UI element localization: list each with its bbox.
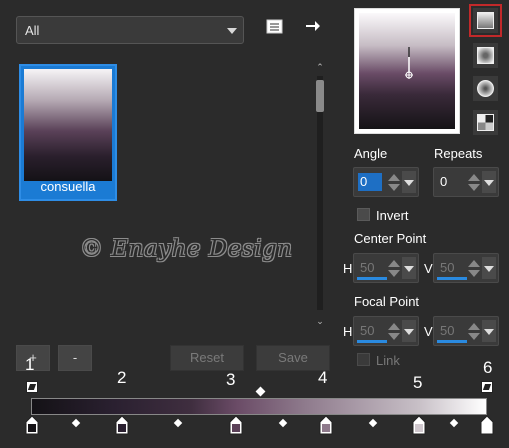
- linear-gradient-icon: [477, 12, 494, 29]
- center-point-label: Center Point: [354, 231, 427, 246]
- radial-gradient-icon: [477, 114, 494, 131]
- linear-style-button[interactable]: [469, 4, 502, 37]
- focal-v-label: V: [424, 324, 433, 339]
- focal-h-spinner[interactable]: 50: [353, 316, 419, 346]
- center-h-value[interactable]: 50: [358, 259, 382, 277]
- center-v-stepper-arrows[interactable]: [468, 257, 480, 279]
- repeats-spinner[interactable]: 0: [433, 167, 499, 197]
- sunburst-gradient-icon: [477, 80, 494, 97]
- repeats-label: Repeats: [434, 146, 483, 161]
- opacity-stop-end[interactable]: [481, 381, 493, 393]
- angle-value[interactable]: 0: [358, 173, 382, 191]
- opacity-stop-start[interactable]: [26, 381, 38, 393]
- rectangular-style-button[interactable]: [473, 43, 498, 68]
- focal-v-stepper-arrows[interactable]: [468, 320, 480, 342]
- focal-h-value[interactable]: 50: [358, 322, 382, 340]
- color-stop-1: [25, 415, 39, 435]
- focal-h-dropdown-button[interactable]: [402, 320, 416, 342]
- scroll-down-icon[interactable]: ⌄: [315, 316, 325, 326]
- focal-v-level-bar: [437, 340, 467, 343]
- color-stop-2: [115, 415, 129, 435]
- invert-label: Invert: [376, 208, 409, 223]
- focal-h-level-bar: [357, 340, 387, 343]
- chevron-down-icon: [227, 28, 237, 34]
- reset-button[interactable]: Reset: [170, 345, 244, 371]
- stop-number-2: 2: [117, 368, 127, 387]
- center-v-value[interactable]: 50: [438, 259, 462, 277]
- category-dropdown[interactable]: All: [16, 16, 244, 44]
- color-stop-3: [229, 415, 243, 435]
- color-stop-4: [319, 415, 333, 435]
- center-h-label: H: [343, 261, 353, 276]
- arrow-right-icon[interactable]: [302, 15, 324, 37]
- color-stop-6: [480, 415, 494, 435]
- gradient-bar[interactable]: [31, 398, 487, 415]
- center-v-level-bar: [437, 277, 467, 280]
- center-v-spinner[interactable]: 50: [433, 253, 499, 283]
- invert-checkbox[interactable]: [357, 208, 370, 221]
- center-v-label: V: [424, 261, 433, 276]
- repeats-value[interactable]: 0: [438, 173, 462, 191]
- stop-number-3: 3: [226, 370, 236, 389]
- watermark: © Enayhe Design: [80, 236, 293, 262]
- link-label: Link: [376, 353, 400, 368]
- gradient-swatch: [24, 69, 112, 181]
- angle-spinner[interactable]: 0: [353, 167, 419, 197]
- gallery-item-label: consuella: [40, 179, 96, 194]
- center-h-dropdown-button[interactable]: [402, 257, 416, 279]
- repeats-dropdown-button[interactable]: [482, 171, 496, 193]
- radial-style-button[interactable]: [473, 110, 498, 135]
- stop-number-5: 5: [413, 373, 423, 392]
- focal-v-dropdown-button[interactable]: [482, 320, 496, 342]
- gradient-list-icon[interactable]: [264, 16, 286, 38]
- remove-stop-button[interactable]: -: [58, 345, 92, 371]
- angle-label: Angle: [354, 146, 388, 161]
- focal-point-label: Focal Point: [354, 294, 420, 309]
- focal-v-value[interactable]: 50: [438, 322, 462, 340]
- link-checkbox[interactable]: [357, 353, 370, 366]
- scroll-thumb[interactable]: [316, 80, 324, 112]
- center-v-dropdown-button[interactable]: [482, 257, 496, 279]
- angle-dropdown-button[interactable]: [402, 171, 416, 193]
- angle-stepper-arrows[interactable]: [388, 171, 400, 193]
- gradient-preview[interactable]: [354, 8, 460, 134]
- repeats-stepper-arrows[interactable]: [468, 171, 480, 193]
- color-stop-5: [412, 415, 426, 435]
- stop-number-1: 1: [25, 355, 35, 374]
- center-h-spinner[interactable]: 50: [353, 253, 419, 283]
- sunburst-style-button[interactable]: [473, 76, 498, 101]
- focal-v-spinner[interactable]: 50: [433, 316, 499, 346]
- rectangular-gradient-icon: [477, 47, 494, 64]
- color-midpoint-diamonds: [71, 418, 459, 428]
- focal-h-label: H: [343, 324, 353, 339]
- gallery-item-consuella[interactable]: consuella: [19, 64, 117, 201]
- opacity-midpoint-diamond[interactable]: [255, 386, 266, 397]
- focal-h-stepper-arrows[interactable]: [388, 320, 400, 342]
- scroll-up-icon[interactable]: ⌃: [315, 62, 325, 72]
- center-h-level-bar: [357, 277, 387, 280]
- gallery-scrollbar[interactable]: ⌃ ⌄: [313, 62, 327, 326]
- category-value: All: [25, 23, 40, 38]
- stop-number-4: 4: [318, 368, 328, 387]
- angle-handle-icon[interactable]: [403, 47, 415, 81]
- color-stop-markers[interactable]: [0, 414, 509, 448]
- center-h-stepper-arrows[interactable]: [388, 257, 400, 279]
- stop-number-6: 6: [483, 358, 493, 377]
